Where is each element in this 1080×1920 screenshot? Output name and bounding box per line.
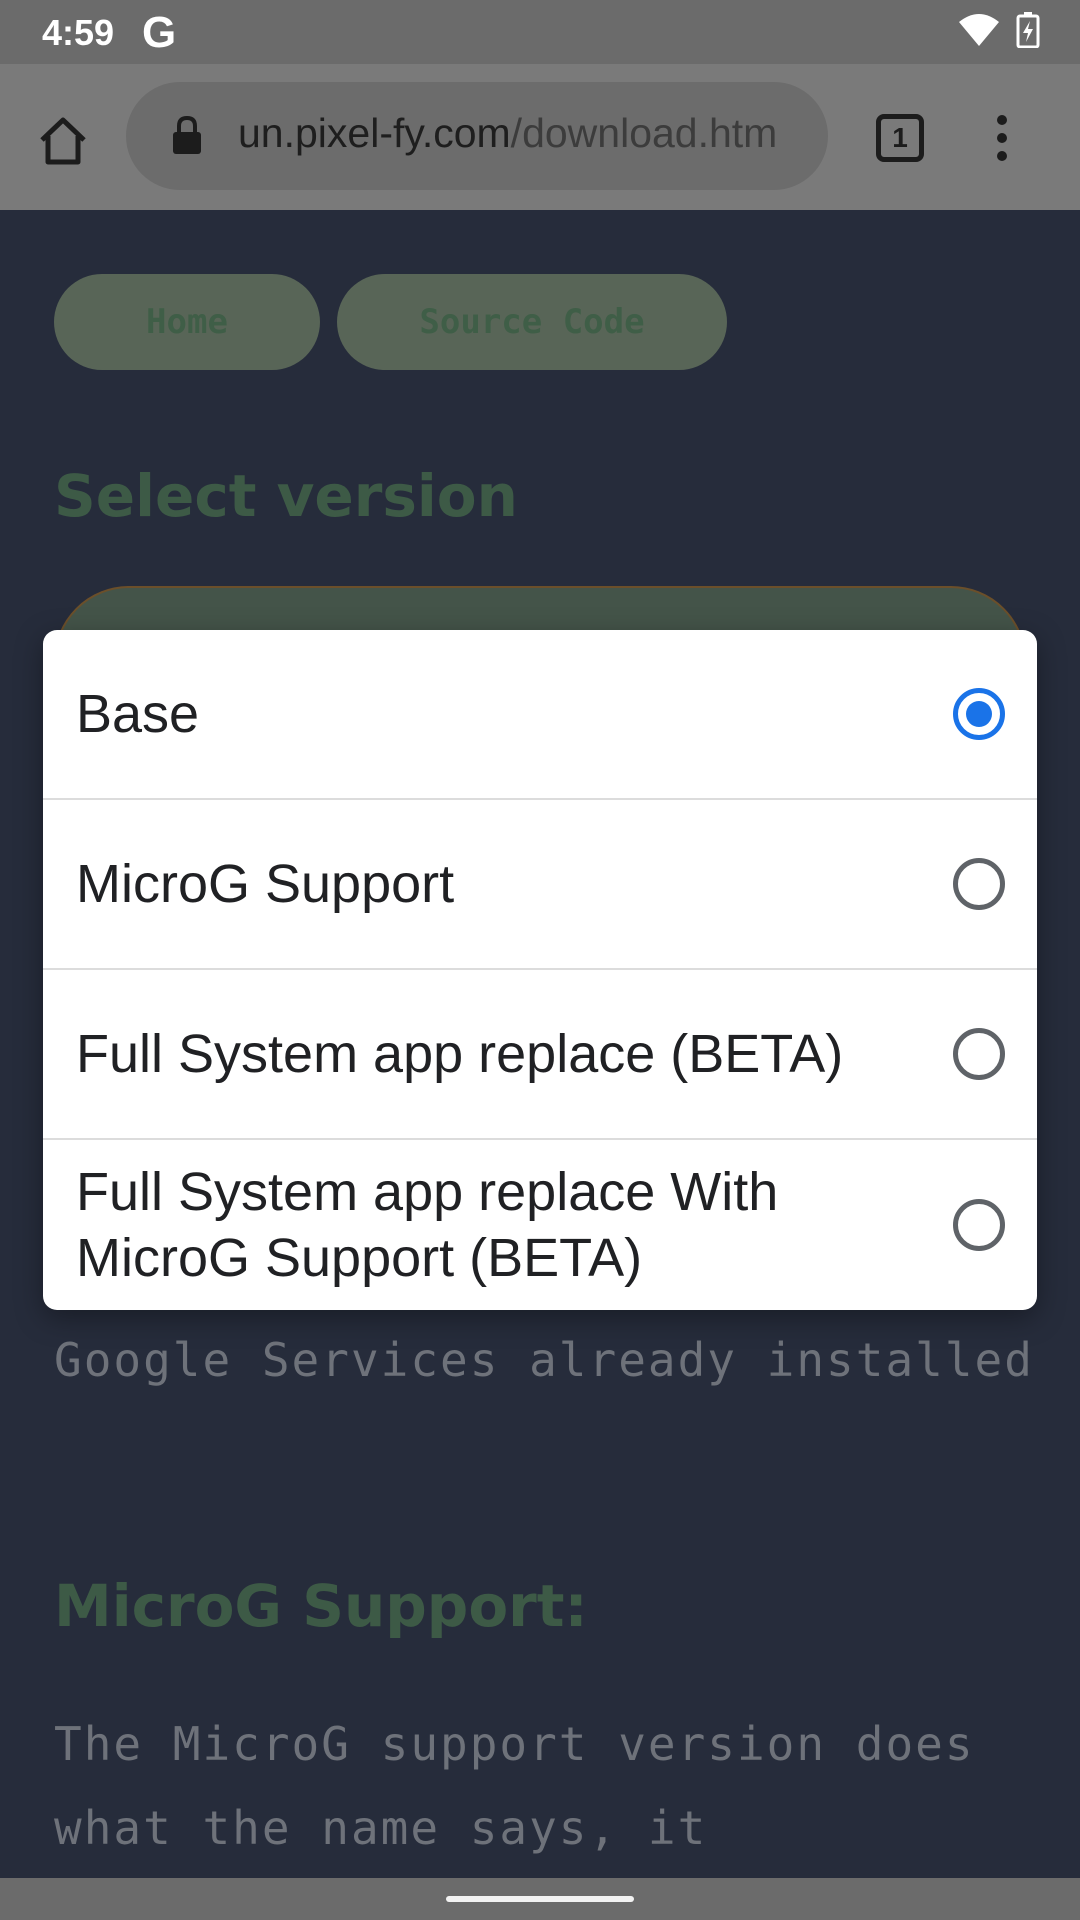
gesture-handle[interactable]: [446, 1896, 634, 1902]
status-bar: 4:59 G: [0, 0, 1080, 64]
system-nav-bar: [0, 1878, 1080, 1920]
version-picker-dialog: Base MicroG Support Full System app repl…: [43, 630, 1037, 1310]
source-code-button[interactable]: Source Code: [337, 274, 727, 370]
microg-support-heading: MicroG Support:: [54, 1572, 588, 1640]
paragraph-microg: The MicroG support version does what the…: [54, 1717, 975, 1855]
tabs-icon[interactable]: 1: [876, 114, 924, 162]
address-bar[interactable]: un.pixel-fy.com/download.htm: [126, 82, 828, 190]
home-button[interactable]: Home: [54, 274, 320, 370]
lock-icon: [173, 116, 201, 154]
radio-selected-icon[interactable]: [953, 688, 1005, 740]
select-version-heading: Select version: [54, 462, 518, 530]
radio-unselected-icon[interactable]: [953, 1199, 1005, 1251]
option-label: Base: [76, 684, 200, 744]
radio-unselected-icon[interactable]: [953, 858, 1005, 910]
wifi-icon: [959, 14, 999, 46]
option-label: MicroG Support: [76, 854, 455, 914]
option-full-system-replace-microg[interactable]: Full System app replace With MicroG Supp…: [43, 1140, 1037, 1310]
option-base[interactable]: Base: [43, 630, 1037, 800]
option-label: Full System app replace With MicroG Supp…: [76, 1162, 779, 1288]
overflow-menu-icon[interactable]: [990, 114, 1014, 162]
url-host: un.pixel-fy.com: [238, 110, 511, 156]
status-time: 4:59: [42, 12, 115, 53]
option-microg-support[interactable]: MicroG Support: [43, 800, 1037, 970]
browser-toolbar: un.pixel-fy.com/download.htm 1: [0, 64, 1080, 210]
url-path: /download.htm: [510, 110, 778, 156]
home-icon[interactable]: [36, 114, 90, 168]
option-label: Full System app replace (BETA): [76, 1024, 844, 1084]
url-text[interactable]: un.pixel-fy.com/download.htm: [238, 110, 812, 157]
radio-unselected-icon[interactable]: [953, 1028, 1005, 1080]
google-icon: G: [142, 8, 177, 57]
option-full-system-replace[interactable]: Full System app replace (BETA): [43, 970, 1037, 1140]
paragraph-google-services: Google Services already installed: [54, 1333, 1034, 1387]
battery-charging-icon: [1016, 12, 1040, 48]
